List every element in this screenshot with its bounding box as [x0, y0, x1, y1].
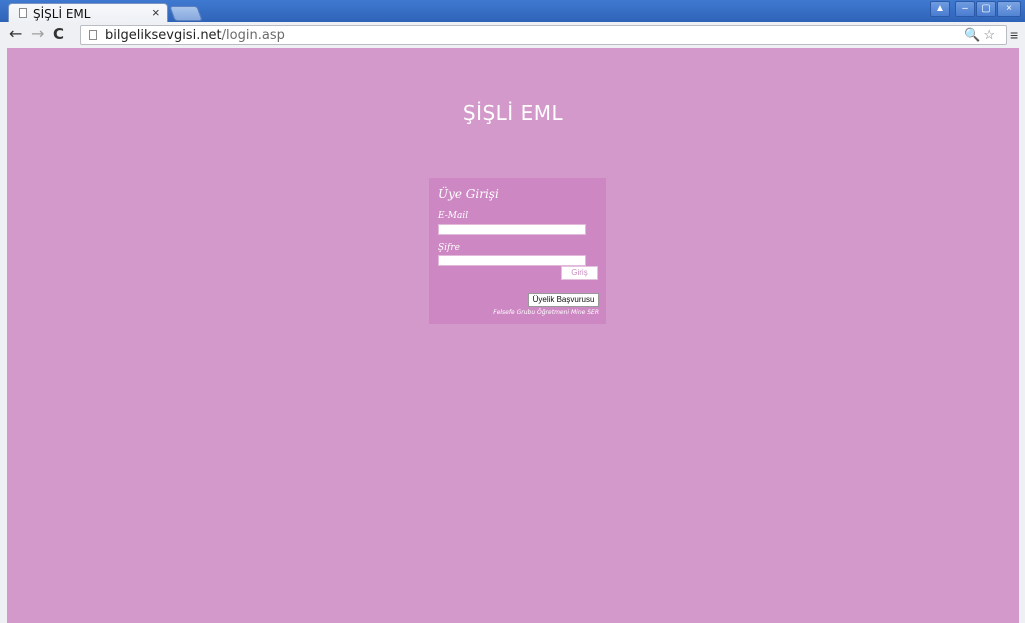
email-field[interactable] — [438, 224, 586, 235]
email-label: E-Mail — [438, 211, 469, 221]
maximize-button[interactable]: ▢ — [976, 1, 996, 17]
url-text[interactable]: bilgeliksevgisi.net/login.asp — [105, 28, 285, 43]
credit-text: Felsefe Grubu Öğretmeni Mine SER — [493, 309, 599, 316]
minimize-button[interactable]: – — [955, 1, 975, 17]
address-bar[interactable]: bilgeliksevgisi.net/login.asp 🔍☆ — [80, 25, 1007, 45]
page-content: ŞİŞLİ EML Üye Girişi E-Mail Şifre Giriş … — [7, 48, 1019, 623]
close-window-button[interactable]: × — [997, 1, 1021, 17]
tab-title: ŞİŞLİ EML — [33, 7, 91, 21]
menu-icon[interactable]: ≡ — [1010, 26, 1018, 44]
tab-close-icon[interactable]: × — [152, 5, 160, 21]
reload-icon[interactable]: C — [53, 24, 64, 44]
user-icon[interactable]: ▲ — [930, 1, 950, 17]
login-panel: Üye Girişi E-Mail Şifre Giriş Üyelik Baş… — [429, 178, 606, 324]
login-heading: Üye Girişi — [438, 187, 499, 201]
back-arrow-icon[interactable]: ← — [9, 24, 22, 44]
password-label: Şifre — [438, 243, 461, 253]
window-border — [1019, 48, 1025, 623]
window-border — [0, 48, 7, 623]
site-title: ŞİŞLİ EML — [462, 101, 564, 125]
browser-tab[interactable]: ŞİŞLİ EML × — [8, 3, 168, 22]
page-icon — [19, 8, 27, 18]
new-tab-button[interactable] — [169, 6, 203, 21]
register-button[interactable]: Üyelik Başvurusu — [528, 293, 599, 307]
login-button[interactable]: Giriş — [561, 266, 598, 280]
url-domain: bilgeliksevgisi.net — [105, 28, 222, 43]
browser-toolbar: ← → C bilgeliksevgisi.net/login.asp 🔍☆ ≡ — [0, 22, 1025, 49]
page-icon — [89, 30, 97, 40]
zoom-bookmark-star-icon[interactable]: 🔍☆ — [964, 26, 998, 44]
window-titlebar: ŞİŞLİ EML × ▲ – ▢ × — [0, 0, 1025, 22]
forward-arrow-icon[interactable]: → — [31, 24, 44, 44]
password-field[interactable] — [438, 255, 586, 266]
url-path: /login.asp — [221, 28, 285, 43]
